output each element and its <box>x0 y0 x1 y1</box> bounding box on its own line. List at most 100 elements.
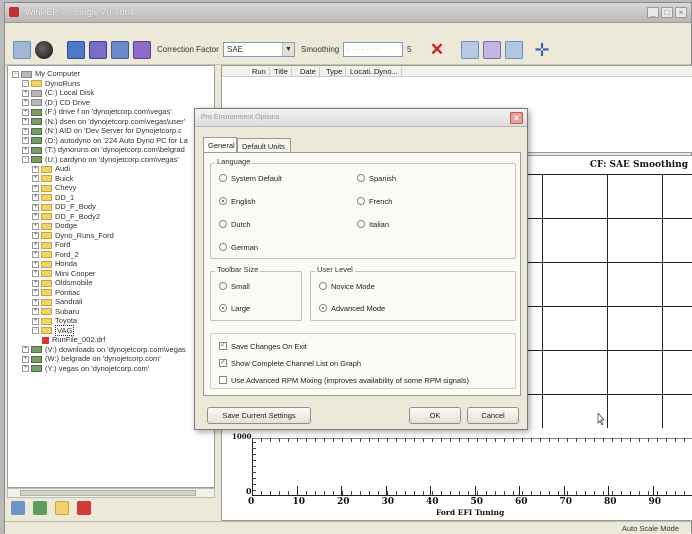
tree-item-toyota[interactable]: + Toyota <box>32 316 77 325</box>
expand-toggle-icon[interactable]: + <box>32 203 39 211</box>
radio-large[interactable]: Large <box>219 304 250 314</box>
expand-toggle-icon[interactable]: + <box>32 241 39 249</box>
tree-item-pontiac[interactable]: + Pontiac <box>32 288 80 297</box>
smoothing-slider[interactable]: · · · · · · · <box>343 42 403 57</box>
expand-toggle-icon[interactable]: + <box>22 346 29 354</box>
tree-item-ford-2[interactable]: + Ford_2 <box>32 250 79 259</box>
tree-item-c-local-disk[interactable]: + (C:) Local Disk <box>22 88 94 97</box>
radio-small[interactable]: Small <box>219 282 250 292</box>
tree-item-f-drive-f-on-dynojetcorp[interactable]: + (F:) drive f on 'dynojetcorp.com\vegas' <box>22 107 172 116</box>
dyno-wheel-icon[interactable] <box>35 41 53 59</box>
expand-toggle-icon[interactable]: − <box>32 327 39 335</box>
expand-toggle-icon[interactable]: + <box>22 127 29 135</box>
tree-item-subaru[interactable]: + Subaru <box>32 307 79 316</box>
graph-stack-icon[interactable] <box>133 41 151 59</box>
tree-item-n-dsen-on-dynojetcorp-co[interactable]: + (N:) dsen on 'dynojetcorp.com\vegas\use… <box>22 117 185 126</box>
dialog-close-button[interactable]: × <box>510 112 523 124</box>
tree-item-n-aid-on-dev-server-for-[interactable]: + (N:) AID on 'Dev Server for Dynojetcorp… <box>22 126 182 135</box>
column-header[interactable]: Date <box>300 67 320 76</box>
expand-toggle-icon[interactable]: + <box>32 222 39 230</box>
expand-toggle-icon[interactable]: + <box>32 308 39 316</box>
tree-horizontal-scrollbar[interactable] <box>7 488 215 498</box>
column-header[interactable]: Type <box>326 67 347 76</box>
zoom-icon[interactable] <box>461 41 479 59</box>
expand-toggle-icon[interactable]: + <box>32 317 39 325</box>
minimize-window-button[interactable]: _ <box>647 7 659 18</box>
radio-german[interactable]: German <box>219 243 258 253</box>
maximize-window-button[interactable]: □ <box>661 7 673 18</box>
radio-italian[interactable]: Italian <box>357 220 389 230</box>
expand-toggle-icon[interactable]: + <box>32 298 39 306</box>
expand-toggle-icon[interactable]: + <box>32 184 39 192</box>
radio-novice-mode[interactable]: Novice Mode <box>319 282 375 292</box>
radio-system-default[interactable]: System Default <box>219 174 282 184</box>
radio-dutch[interactable]: Dutch <box>219 220 251 230</box>
expand-toggle-icon[interactable]: + <box>32 175 39 183</box>
checkbox-show-channel-list[interactable]: ✓ Show Complete Channel List on Graph <box>219 359 361 369</box>
expand-toggle-icon[interactable]: − <box>22 80 29 88</box>
expand-toggle-icon[interactable]: + <box>32 213 39 221</box>
expand-toggle-icon[interactable]: − <box>22 156 29 164</box>
expand-toggle-icon[interactable]: + <box>32 260 39 268</box>
delete-folder-icon[interactable] <box>77 501 91 515</box>
tree-item-honda[interactable]: + Honda <box>32 259 77 268</box>
ok-button[interactable]: OK <box>409 407 461 424</box>
graph-compare-icon[interactable] <box>89 41 107 59</box>
checkbox-advanced-rpm[interactable]: Use Advanced RPM Mixing (improves availa… <box>219 376 469 386</box>
tab-general[interactable]: General <box>203 137 237 152</box>
tree-item-my-computer[interactable]: − My Computer <box>12 69 80 78</box>
tree-item-vag[interactable]: − VAG <box>32 324 75 336</box>
tree-item-v-downloads-on-dynojetco[interactable]: + (V:) downloads on 'dynojetcorp.com\vega… <box>22 345 186 354</box>
correction-factor-select[interactable]: SAE ▼ <box>223 42 295 57</box>
graph-table-icon[interactable] <box>505 41 523 59</box>
expand-toggle-icon[interactable]: + <box>22 137 29 145</box>
tree-item-w-belgrade-on-dynojetcor[interactable]: + (W:) belgrade on 'dynojetcorp.com' <box>22 354 161 363</box>
tab-default-units[interactable]: Default Units <box>237 138 291 152</box>
tree-item-chevy[interactable]: + Chevy <box>32 183 76 192</box>
graph-icon[interactable] <box>11 501 25 515</box>
expand-toggle-icon[interactable]: + <box>22 365 29 373</box>
expand-toggle-icon[interactable]: + <box>32 232 39 240</box>
expand-toggle-icon[interactable]: − <box>12 70 19 78</box>
tree-item-dd-f-body2[interactable]: + DD_F_Body2 <box>32 212 100 221</box>
save-settings-button[interactable]: Save Current Settings <box>207 407 311 424</box>
expand-toggle-icon[interactable]: + <box>32 289 39 297</box>
tree-item-dd-1[interactable]: + DD_1 <box>32 193 74 202</box>
column-header[interactable]: Dyno... <box>374 67 402 76</box>
tree-item-dd-f-body[interactable]: + DD_F_Body <box>32 202 96 211</box>
expand-toggle-icon[interactable]: + <box>32 194 39 202</box>
expand-toggle-icon[interactable]: + <box>22 89 29 97</box>
tree-item-dynoruns[interactable]: − DynoRuns <box>22 79 80 88</box>
move-cursor-icon[interactable]: ✛ <box>533 41 551 59</box>
dialog-title-bar[interactable]: Pro Environment Options × <box>195 109 527 127</box>
expand-toggle-icon[interactable]: + <box>32 279 39 287</box>
tree-item-o-autodyno-on-224-auto-d[interactable]: + (O:) autodyno on '224 Auto Dyno PC for … <box>22 136 188 145</box>
open-folder-icon[interactable] <box>13 41 31 59</box>
expand-toggle-icon[interactable]: + <box>22 355 29 363</box>
expand-toggle-icon[interactable]: + <box>22 146 29 154</box>
scrollbar-thumb[interactable] <box>20 490 196 496</box>
tree-item-d-cd-drive[interactable]: + (D:) CD Drive <box>22 98 90 107</box>
tree-item-dyno-runs-ford[interactable]: + Dyno_Runs_Ford <box>32 231 114 240</box>
expand-toggle-icon[interactable]: + <box>22 108 29 116</box>
graph-run-icon[interactable] <box>67 41 85 59</box>
tree-item-oldsmobile[interactable]: + Oldsmobile <box>32 278 93 287</box>
graph-overlay-icon[interactable] <box>111 41 129 59</box>
tree-item-audi[interactable]: + Audi <box>32 164 70 173</box>
tree-item-runfile-002-drf[interactable]: RunFile_002.drf <box>42 335 105 344</box>
radio-spanish[interactable]: Spanish <box>357 174 396 184</box>
expand-toggle-icon[interactable]: + <box>32 251 39 259</box>
checkbox-save-changes[interactable]: ✓ Save Changes On Exit <box>219 342 307 352</box>
tree-item-buick[interactable]: + Buick <box>32 174 73 183</box>
expand-toggle-icon[interactable]: + <box>32 270 39 278</box>
tree-item-mini-cooper[interactable]: + Mini Cooper <box>32 269 95 278</box>
tree-item-t-dynoruns-on-dynojetcor[interactable]: + (T:) dynoruns on 'dynojetcorp.com\belgr… <box>22 145 185 154</box>
expand-toggle-icon[interactable]: + <box>32 165 39 173</box>
radio-french[interactable]: French <box>357 197 392 207</box>
tree-item-sandrail[interactable]: + Sandrail <box>32 297 83 306</box>
column-header[interactable]: Title <box>274 67 292 76</box>
refresh-icon[interactable] <box>33 501 47 515</box>
graph-settings-icon[interactable] <box>483 41 501 59</box>
delete-x-icon[interactable]: ✕ <box>428 41 446 59</box>
radio-english[interactable]: English <box>219 197 256 207</box>
